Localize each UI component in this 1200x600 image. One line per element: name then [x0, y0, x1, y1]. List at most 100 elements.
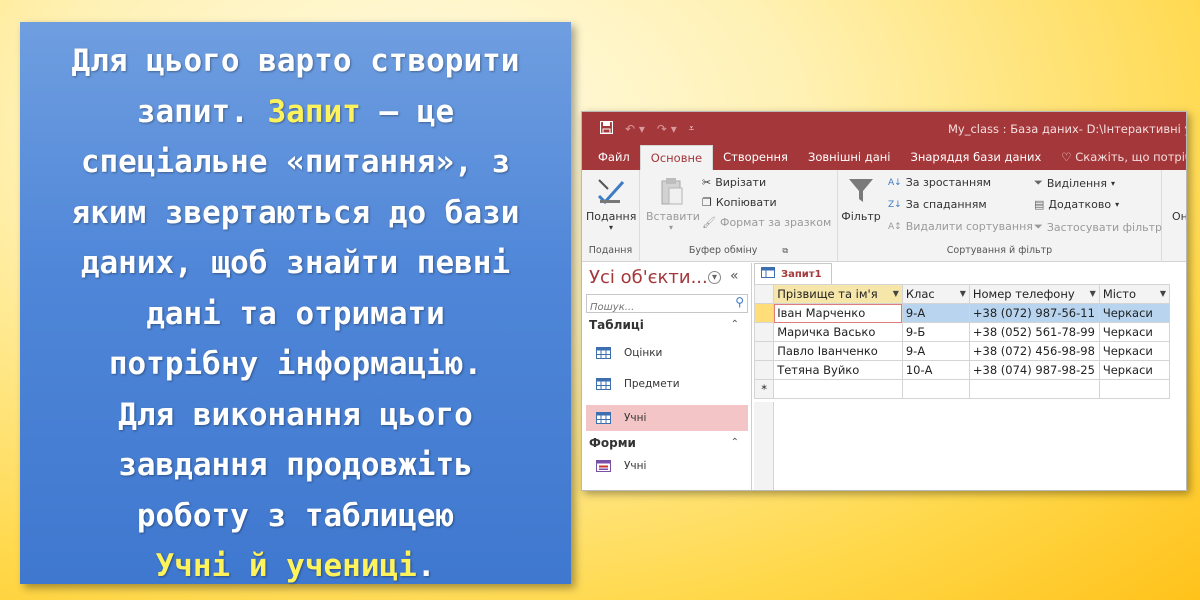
- tab-create[interactable]: Створення: [713, 145, 798, 170]
- collapse-section-icon[interactable]: ⌃: [731, 437, 739, 448]
- table-cell[interactable]: +38 (072) 987-56-11: [968, 303, 1100, 323]
- customize-qat-icon[interactable]: ⩡: [689, 124, 694, 134]
- row-selector[interactable]: [753, 322, 775, 342]
- record-selector-strip: [754, 402, 774, 490]
- tell-me-box[interactable]: ♡ Скажіть, що потрібно: [1051, 145, 1186, 170]
- lightbulb-icon: ♡: [1061, 150, 1072, 164]
- table-cell[interactable]: [773, 379, 903, 399]
- ribbon-tabs: Файл Основне Створення Зовнішні дані Зна…: [582, 145, 1186, 170]
- table-cell[interactable]: Черкаси: [1098, 341, 1171, 361]
- chevron-down-icon[interactable]: ▾: [708, 271, 721, 284]
- filter-button[interactable]: Фільтр: [840, 176, 882, 223]
- card-line: запит. Запит – це: [136, 93, 455, 130]
- row-selector[interactable]: [753, 341, 775, 361]
- table-cell[interactable]: [901, 379, 970, 399]
- group-label-clipboard: Буфер обміну ⧉: [688, 245, 789, 256]
- search-input[interactable]: [587, 299, 727, 316]
- table-row[interactable]: Павло Іванченко 9-А +38 (072) 456-98-98 …: [753, 341, 1171, 361]
- table-cell[interactable]: +38 (052) 561-78-99: [968, 322, 1100, 342]
- highlight-table-name: Учні й учениці: [155, 548, 417, 584]
- collapse-section-icon[interactable]: ⌃: [731, 319, 739, 330]
- table-cell[interactable]: 9-Б: [901, 322, 970, 342]
- nav-title: Усі об'єкти...: [589, 267, 708, 288]
- nav-section-tables[interactable]: Таблиці: [589, 318, 644, 332]
- window-title: My_class : База даних- D:\Інтерактивні у…: [948, 122, 1187, 136]
- tab-home[interactable]: Основне: [639, 145, 714, 170]
- select-all-cell[interactable]: [753, 284, 775, 304]
- table-cell[interactable]: +38 (074) 987-98-25: [968, 360, 1100, 380]
- table-cell[interactable]: Павло Іванченко: [773, 341, 903, 361]
- copy-icon: ❐: [702, 196, 712, 209]
- nav-item-table[interactable]: Оцінки: [586, 340, 748, 366]
- card-line: Для виконання цього: [118, 396, 473, 433]
- dialog-launcher-icon[interactable]: ⧉: [782, 246, 788, 255]
- chevron-down-icon[interactable]: ▼: [1160, 289, 1166, 298]
- advanced-button[interactable]: ▤ Додатково ▾: [1034, 198, 1119, 211]
- redo-icon[interactable]: ↷ ▾: [657, 122, 677, 136]
- column-header[interactable]: Місто ▼: [1098, 284, 1171, 304]
- tab-database-tools[interactable]: Знаряддя бази даних: [900, 145, 1051, 170]
- table-cell[interactable]: Іван Марченко: [773, 303, 903, 323]
- tab-external-data[interactable]: Зовнішні дані: [798, 145, 901, 170]
- table-cell[interactable]: Черкаси: [1098, 322, 1171, 342]
- remove-sort-button[interactable]: A↕ Видалити сортування: [888, 220, 1033, 233]
- ribbon: Подання ▾ Подання Вставити ▾ ✂ Вирізати …: [582, 170, 1186, 262]
- table-cell[interactable]: Черкаси: [1098, 360, 1171, 380]
- column-header[interactable]: Номер телефону ▼: [968, 284, 1100, 304]
- cut-button[interactable]: ✂ Вирізати: [702, 176, 766, 189]
- remove-sort-icon: A↕: [888, 221, 902, 232]
- table-cell[interactable]: 9-А: [901, 341, 970, 361]
- nav-item-table[interactable]: Предмети: [586, 371, 748, 397]
- sort-descending-button[interactable]: Z↓ За спаданням: [888, 198, 987, 211]
- table-cell[interactable]: Маричка Васько: [773, 322, 903, 342]
- form-icon: [596, 460, 611, 472]
- ribbon-group-clipboard: Вставити ▾ ✂ Вирізати ❐ Копіювати 🖌 Форм…: [640, 170, 838, 262]
- ribbon-group-sort-filter: Фільтр A↓ За зростанням Z↓ За спаданням …: [838, 170, 1162, 262]
- copy-button[interactable]: ❐ Копіювати: [702, 196, 777, 209]
- save-icon[interactable]: [599, 120, 614, 137]
- ribbon-cut-off-label[interactable]: Он: [1172, 210, 1186, 223]
- table-cell[interactable]: [968, 379, 1100, 399]
- sort-ascending-icon: A↓: [888, 177, 902, 188]
- nav-section-forms[interactable]: Форми: [589, 436, 636, 450]
- column-header[interactable]: Прізвище та ім'я ▼: [773, 284, 903, 304]
- tab-file[interactable]: Файл: [588, 145, 640, 170]
- toggle-filter-button[interactable]: ⏷ Застосувати фільтр: [1034, 220, 1162, 234]
- nav-item-form[interactable]: Учні: [586, 453, 748, 479]
- table-cell[interactable]: Тетяна Вуйко: [773, 360, 903, 380]
- clipboard-icon: [656, 176, 686, 206]
- row-selector[interactable]: [753, 360, 775, 380]
- chevron-down-icon[interactable]: ▼: [1090, 289, 1096, 298]
- chevron-down-icon: ▾: [1115, 200, 1120, 209]
- nav-header[interactable]: Усі об'єкти... ▾ «: [582, 263, 751, 293]
- chevron-down-icon[interactable]: ▼: [960, 289, 966, 298]
- tab-query[interactable]: Запит1: [754, 263, 832, 284]
- table-cell[interactable]: 10-А: [901, 360, 970, 380]
- sort-ascending-button[interactable]: A↓ За зростанням: [888, 176, 991, 189]
- nav-item-table-selected[interactable]: Учні: [586, 405, 748, 431]
- collapse-pane-icon[interactable]: «: [730, 268, 739, 284]
- selection-button[interactable]: ⏷ Виділення ▾: [1034, 176, 1115, 190]
- scissors-icon: ✂: [702, 176, 712, 189]
- undo-icon[interactable]: ↶ ▾: [625, 122, 645, 136]
- explanation-card: Для цього варто створити запит. Запит – …: [20, 22, 571, 584]
- navigation-pane: Усі об'єкти... ▾ « ⚲ Таблиці ⌃ Оцінки Пр…: [582, 263, 752, 490]
- view-button[interactable]: Подання ▾: [586, 176, 636, 232]
- table-cell[interactable]: [1098, 379, 1171, 399]
- table-cell[interactable]: 9-А: [901, 303, 970, 323]
- table-cell[interactable]: Черкаси: [1098, 303, 1171, 323]
- table-row[interactable]: Тетяна Вуйко 10-А +38 (074) 987-98-25 Че…: [753, 360, 1171, 380]
- table-row[interactable]: Маричка Васько 9-Б +38 (052) 561-78-99 Ч…: [753, 322, 1171, 342]
- selection-filter-icon: ⏷: [1034, 176, 1043, 189]
- table-cell[interactable]: +38 (072) 456-98-98: [968, 341, 1100, 361]
- new-record-row[interactable]: *: [753, 379, 1171, 399]
- row-selector[interactable]: [753, 303, 775, 323]
- table-row[interactable]: Іван Марченко 9-А +38 (072) 987-56-11 Че…: [753, 303, 1171, 323]
- chevron-down-icon[interactable]: ▼: [893, 289, 899, 298]
- search-icon[interactable]: ⚲: [735, 295, 744, 309]
- column-header[interactable]: Клас ▼: [901, 284, 970, 304]
- table-icon: [596, 347, 611, 359]
- format-painter-button[interactable]: 🖌 Формат за зразком: [702, 216, 831, 229]
- paste-button[interactable]: Вставити ▾: [646, 176, 700, 232]
- highlight-query: Запит: [267, 93, 361, 130]
